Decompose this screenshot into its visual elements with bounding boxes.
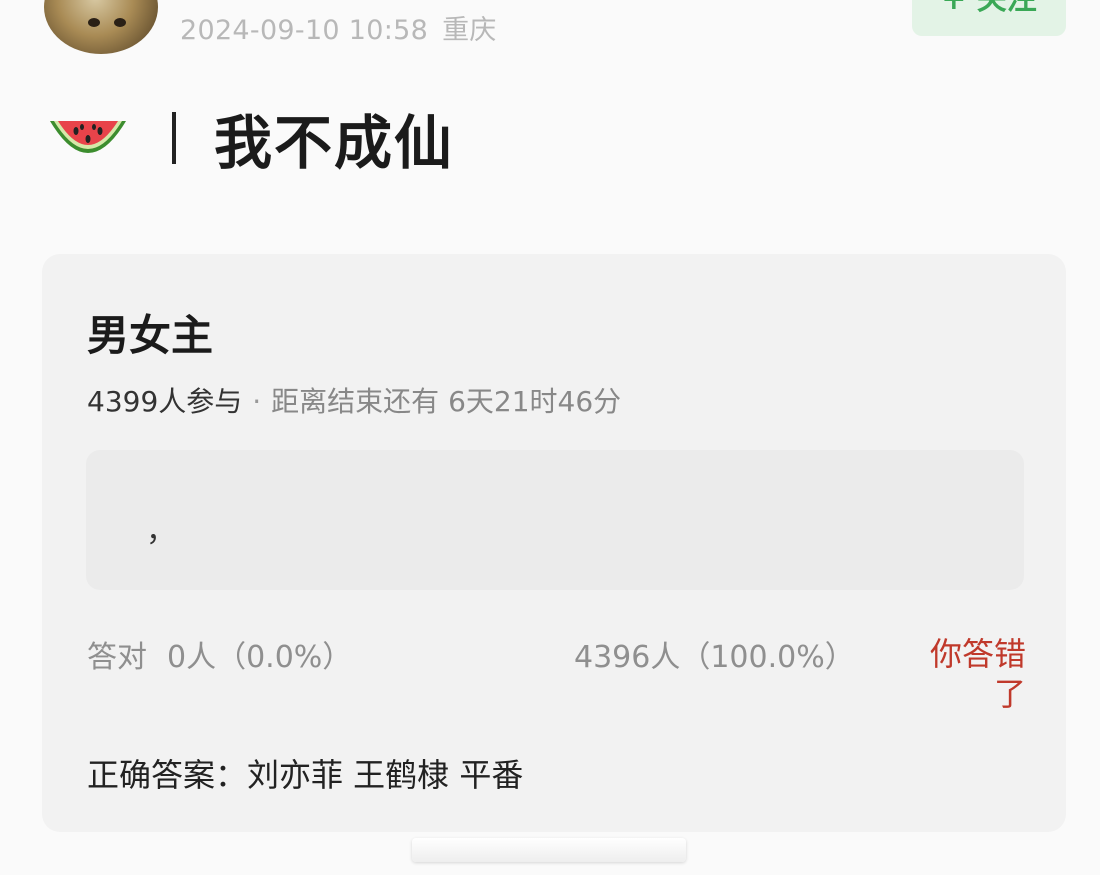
- home-indicator[interactable]: [412, 838, 686, 862]
- participant-count: 4399人参与: [87, 385, 243, 418]
- topic-title: 我不成仙: [214, 109, 455, 177]
- correct-count: 0人（0.0%）: [167, 640, 353, 675]
- follow-button[interactable]: + 关注: [912, 0, 1066, 36]
- quiz-title: 男女主: [87, 311, 214, 360]
- result-tag: 你答错了: [929, 635, 1026, 713]
- watermelon-icon: [50, 121, 126, 153]
- separator-dot: ·: [252, 385, 262, 418]
- correct-answer: 正确答案：刘亦菲 王鹤棣 平番: [87, 756, 524, 794]
- countdown-text: 距离结束还有 6天21时46分: [271, 385, 622, 418]
- quiz-card: 男女主 4399人参与 · 距离结束还有 6天21时46分 ， 答对 0人（0.0%）…: [42, 254, 1066, 832]
- post-meta: 2024-09-10 10:58 重庆: [180, 8, 497, 47]
- post-location: 重庆: [442, 15, 497, 46]
- post-timestamp: 2024-09-10 10:58: [180, 15, 429, 46]
- quiz-stats: 4399人参与 · 距离结束还有 6天21时46分: [87, 380, 621, 420]
- topic-divider: [172, 112, 176, 164]
- correct-label: 答对: [87, 640, 147, 675]
- wrong-stat: 4396人（100.0%）: [574, 640, 855, 675]
- avatar[interactable]: [44, 0, 158, 54]
- answer-input[interactable]: ，: [86, 450, 1024, 590]
- avatar-eye: [88, 18, 100, 27]
- correct-stat: 答对 0人（0.0%）: [87, 632, 352, 676]
- avatar-eye: [114, 18, 126, 27]
- answer-input-value: ，: [146, 514, 176, 549]
- topic-header[interactable]: 我不成仙: [46, 98, 454, 178]
